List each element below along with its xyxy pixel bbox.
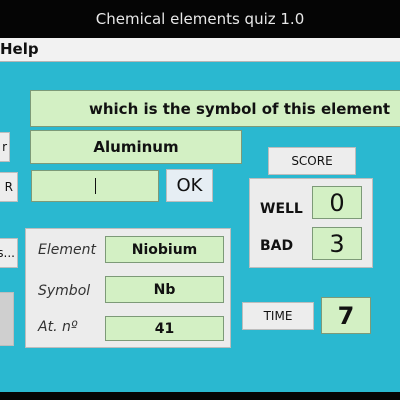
element-value-box: Niobium: [105, 236, 224, 263]
score-button[interactable]: SCORE: [268, 147, 356, 175]
element-label: Element: [38, 242, 96, 258]
symbol-value: Nb: [153, 281, 176, 298]
symbol-label: Symbol: [38, 283, 91, 299]
left-button-mid[interactable]: R: [0, 172, 18, 202]
well-label: WELL: [260, 201, 303, 217]
left-button-bottom[interactable]: [0, 292, 14, 346]
previous-element-panel: Element Niobium Symbol Nb At. nº 41: [25, 228, 231, 348]
symbol-value-box: Nb: [105, 276, 224, 303]
left-button-low[interactable]: s...: [0, 238, 18, 268]
time-button[interactable]: TIME: [242, 302, 314, 330]
time-value: 7: [337, 301, 355, 330]
left-button-top[interactable]: r: [0, 132, 10, 162]
ok-button[interactable]: OK: [166, 169, 213, 202]
current-element-box: Aluminum: [30, 130, 242, 164]
bad-count: 3: [329, 229, 345, 258]
window-title-bar: Chemical elements quiz 1.0: [0, 0, 400, 38]
menu-help[interactable]: Help: [0, 40, 39, 58]
answer-input[interactable]: [31, 170, 159, 202]
atomic-number-value-box: 41: [105, 316, 224, 341]
current-element-name: Aluminum: [93, 138, 179, 156]
question-text: which is the symbol of this element: [89, 99, 391, 118]
quiz-panel: which is the symbol of this element r R …: [0, 62, 400, 392]
menu-bar: Help: [0, 38, 400, 62]
window-bottom-edge: [0, 392, 400, 400]
element-value: Niobium: [131, 241, 198, 258]
text-cursor: [94, 178, 96, 194]
bad-label: BAD: [260, 238, 294, 254]
atomic-number-label: At. nº: [38, 319, 78, 335]
score-panel: WELL 0 BAD 3: [249, 178, 373, 268]
window-title: Chemical elements quiz 1.0: [95, 10, 305, 28]
well-count: 0: [329, 188, 345, 217]
bad-count-box: 3: [312, 227, 362, 260]
time-value-box: 7: [321, 297, 371, 334]
well-count-box: 0: [312, 186, 362, 219]
question-banner: which is the symbol of this element: [30, 90, 400, 127]
atomic-number-value: 41: [154, 320, 175, 337]
